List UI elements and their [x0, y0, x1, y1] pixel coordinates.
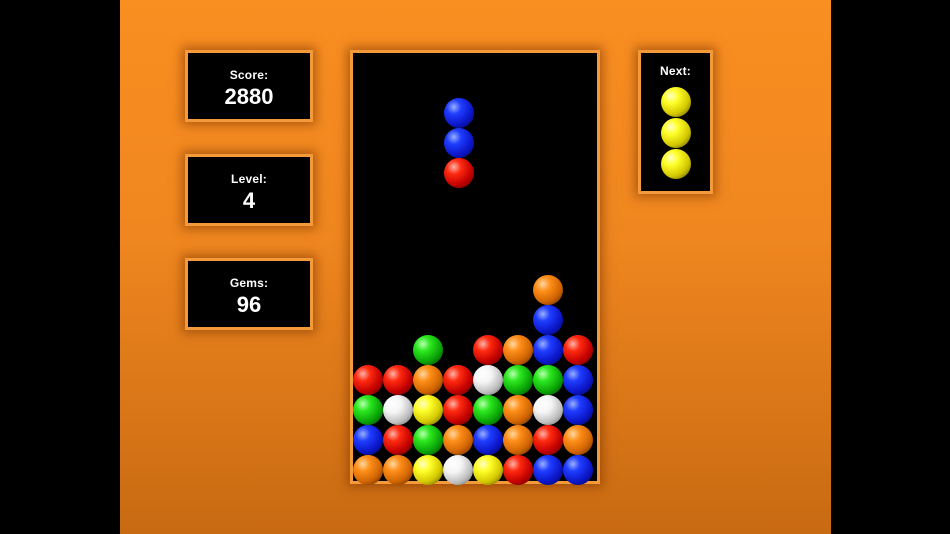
score-label: Score: — [229, 68, 269, 82]
next-label: Next: — [659, 64, 691, 78]
yellow-gem-next — [661, 149, 691, 179]
blue-gem — [563, 365, 593, 395]
orange-gem — [503, 395, 533, 425]
blue-gem — [533, 305, 563, 335]
orange-gem — [383, 455, 413, 485]
gems-value: 96 — [236, 292, 262, 317]
level-panel: Level: 4 — [188, 157, 310, 223]
level-label: Level: — [231, 172, 267, 186]
green-gem — [533, 365, 563, 395]
red-gem — [473, 335, 503, 365]
red-gem-falling[interactable] — [444, 158, 474, 188]
green-gem — [503, 365, 533, 395]
red-gem — [353, 365, 383, 395]
score-panel: Score: 2880 — [188, 53, 310, 119]
blue-gem-falling[interactable] — [444, 98, 474, 128]
blue-gem — [533, 335, 563, 365]
score-value: 2880 — [224, 84, 274, 109]
yellow-gem — [413, 455, 443, 485]
blue-gem — [353, 425, 383, 455]
red-gem — [563, 335, 593, 365]
game-board[interactable] — [353, 53, 597, 485]
orange-gem — [503, 335, 533, 365]
gems-label: Gems: — [229, 276, 269, 290]
orange-gem — [443, 425, 473, 455]
green-gem — [353, 395, 383, 425]
white-gem — [383, 395, 413, 425]
orange-gem — [503, 425, 533, 455]
green-gem — [413, 335, 443, 365]
level-value: 4 — [242, 188, 256, 213]
white-gem — [443, 455, 473, 485]
red-gem — [383, 365, 413, 395]
red-gem — [443, 365, 473, 395]
red-gem — [533, 425, 563, 455]
game-background: Score: 2880 Level: 4 Gems: 96 Next: — [120, 0, 831, 534]
orange-gem — [413, 365, 443, 395]
red-gem — [383, 425, 413, 455]
yellow-gem — [473, 455, 503, 485]
blue-gem — [473, 425, 503, 455]
yellow-gem-next — [661, 118, 691, 148]
green-gem — [413, 425, 443, 455]
red-gem — [443, 395, 473, 425]
next-piece-panel: Next: — [641, 53, 710, 191]
gems-panel: Gems: 96 — [188, 261, 310, 327]
orange-gem — [563, 425, 593, 455]
blue-gem — [533, 455, 563, 485]
white-gem — [533, 395, 563, 425]
blue-gem — [563, 455, 593, 485]
green-gem — [473, 395, 503, 425]
blue-gem-falling[interactable] — [444, 128, 474, 158]
orange-gem — [533, 275, 563, 305]
orange-gem — [353, 455, 383, 485]
yellow-gem — [413, 395, 443, 425]
red-gem — [503, 455, 533, 485]
white-gem — [473, 365, 503, 395]
blue-gem — [563, 395, 593, 425]
yellow-gem-next — [661, 87, 691, 117]
